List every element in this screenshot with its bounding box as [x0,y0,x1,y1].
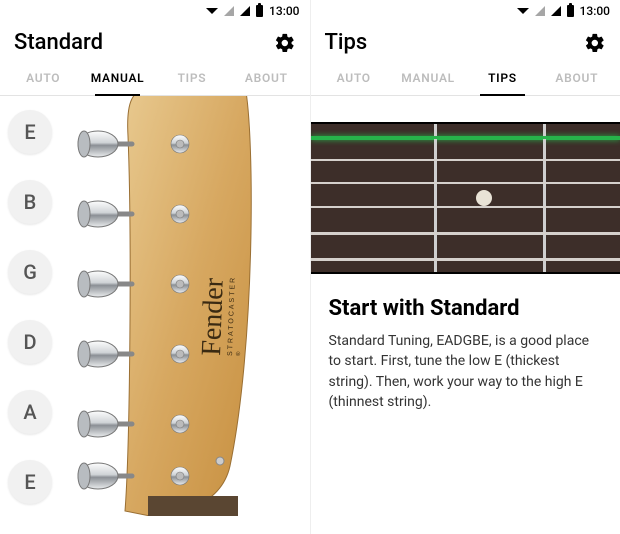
tip-body: Standard Tuning, EADGBE, is a good place… [329,331,603,412]
tuning-peg-icon [78,411,118,437]
page-title: Standard [14,30,103,55]
string-button-e-high[interactable]: E [8,110,52,154]
string-line [311,206,620,208]
signal-icon [240,6,250,16]
battery-icon [256,5,263,17]
string-button-a[interactable]: A [8,390,52,434]
signal-weak-icon [535,6,545,16]
guitar-headstock: Fender STRATOCASTER ® [70,96,310,516]
string-buttons: E B G D A E [8,110,52,504]
tab-bar: AUTO MANUAL TIPS ABOUT [0,59,310,96]
fretboard-graphic [311,122,620,274]
tuning-peg-icon [78,271,118,297]
tab-auto[interactable]: AUTO [317,59,391,95]
clock: 13:00 [269,4,299,18]
tab-auto[interactable]: AUTO [6,59,80,95]
phone-left: 13:00 Standard AUTO MANUAL TIPS ABOUT E … [0,0,311,534]
signal-icon [551,6,561,16]
brand-logo: Fender [196,277,230,356]
phone-right: 13:00 Tips AUTO MANUAL TIPS ABOUT [311,0,620,534]
tuning-peg-icon [78,131,118,157]
header: Tips [311,22,620,59]
tip-title: Start with Standard [329,296,603,321]
tips-content: Start with Standard Standard Tuning, EAD… [311,96,620,534]
tab-manual[interactable]: MANUAL [80,59,154,95]
page-title: Tips [325,30,368,55]
tab-about[interactable]: ABOUT [229,59,303,95]
fret-marker-dot-icon [476,190,492,206]
string-button-g[interactable]: G [8,250,52,294]
tab-tips[interactable]: TIPS [465,59,539,95]
header: Standard [0,22,310,59]
string-button-b[interactable]: B [8,180,52,224]
status-bar: 13:00 [311,0,620,22]
tab-manual[interactable]: MANUAL [391,59,465,95]
tab-bar: AUTO MANUAL TIPS ABOUT [311,59,620,96]
string-line [311,182,620,184]
svg-text:®: ® [235,351,242,356]
dropdown-icon [206,8,218,14]
string-line [311,159,620,161]
tuning-peg-icon [78,341,118,367]
tuning-peg-icon [78,463,118,489]
fret-line [543,124,546,272]
status-bar: 13:00 [0,0,310,22]
gear-icon[interactable] [584,32,606,54]
tab-about[interactable]: ABOUT [540,59,614,95]
manual-content: E B G D A E [0,96,310,534]
tuning-peg-icon [78,201,118,227]
string-line [311,232,620,235]
string-button-d[interactable]: D [8,320,52,364]
fret-line [434,124,437,272]
signal-weak-icon [224,6,234,16]
gear-icon[interactable] [274,32,296,54]
tip-block: Start with Standard Standard Tuning, EAD… [311,274,620,412]
string-button-e-low[interactable]: E [8,460,52,504]
string-line [311,258,620,261]
battery-icon [567,5,574,17]
tab-tips[interactable]: TIPS [155,59,229,95]
dropdown-icon [517,8,529,14]
string-highlight [311,136,620,139]
clock: 13:00 [580,4,610,18]
